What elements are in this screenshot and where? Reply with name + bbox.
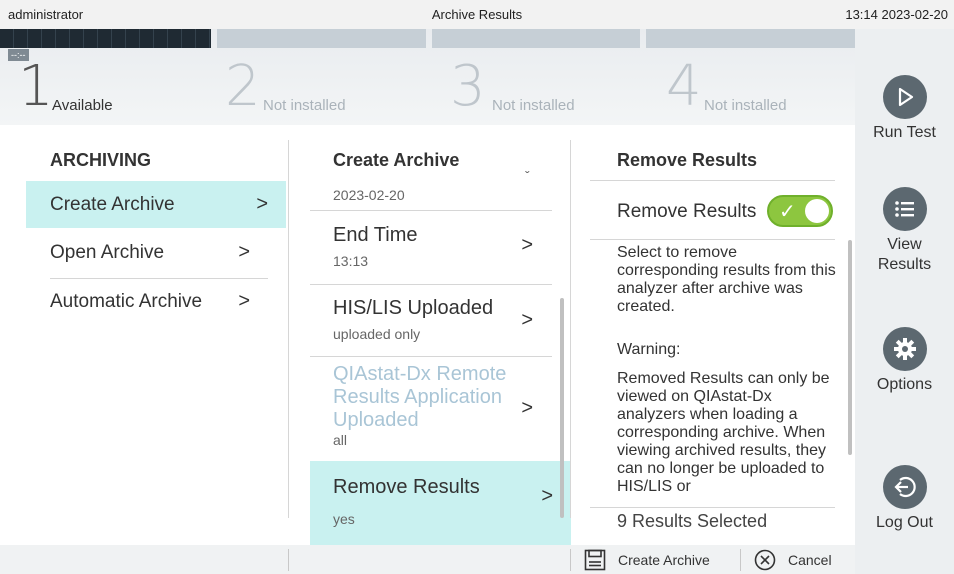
module-number: 3 — [450, 54, 486, 119]
option-value: 13:13 — [333, 253, 369, 269]
option-remove-results[interactable]: Remove Results yes > — [310, 461, 571, 545]
module-bar: --:-- 1 Available 2 Not installed 3 Not … — [0, 29, 855, 125]
module-number: 1 — [18, 54, 54, 119]
chevron-up-icon: ˇ — [525, 168, 530, 184]
option-title: End Time — [333, 224, 418, 246]
module-status: Not installed — [263, 97, 346, 114]
bottom-action-bar: Create Archive Cancel — [0, 545, 855, 574]
module-progress-stripe — [646, 29, 855, 48]
view-results-label-line2: Results — [877, 256, 932, 273]
remove-results-header: Remove Results — [617, 150, 758, 170]
module-tab-2[interactable]: 2 Not installed — [217, 29, 426, 125]
module-tab-3[interactable]: 3 Not installed — [432, 29, 640, 125]
divider — [310, 210, 552, 211]
chevron-right-icon: > — [238, 241, 250, 263]
module-progress-stripe — [432, 29, 640, 48]
run-test-label: Run Test — [873, 124, 936, 141]
menu-item-create-archive[interactable]: Create Archive > — [26, 181, 286, 228]
menu-item-label: Create Archive — [50, 194, 175, 215]
module-progress-stripe — [217, 29, 426, 48]
module-status: Not installed — [704, 97, 787, 114]
chevron-right-icon: > — [521, 309, 533, 331]
create-archive-header: Create Archive — [333, 150, 460, 170]
module-number: 4 — [666, 54, 702, 119]
column-divider — [288, 140, 289, 518]
check-icon: ✓ — [779, 201, 796, 223]
options-label: Options — [876, 376, 933, 393]
cancel-icon — [754, 549, 776, 570]
module-tab-4[interactable]: 4 Not installed — [646, 29, 855, 125]
save-icon — [584, 549, 606, 570]
divider — [310, 284, 552, 285]
option-value: all — [333, 432, 348, 448]
run-test-button[interactable]: Run Test — [855, 75, 954, 143]
divider — [310, 356, 552, 357]
divider — [288, 549, 289, 571]
main-navigation: Run Test View Results Options Log Out — [855, 29, 954, 574]
option-end-time[interactable]: End Time 13:13 > — [309, 224, 551, 284]
remove-results-toggle-label: Remove Results — [617, 201, 757, 222]
cancel-button[interactable]: Cancel — [754, 545, 832, 574]
option-title: Remove Results — [333, 476, 480, 498]
divider — [590, 239, 835, 240]
scrollbar[interactable] — [560, 298, 564, 518]
menu-item-label: Open Archive — [50, 242, 165, 263]
divider — [590, 180, 835, 181]
view-results-button[interactable]: View Results — [855, 187, 954, 275]
divider — [590, 507, 835, 508]
option-his-lis-uploaded[interactable]: HIS/LIS Uploaded uploaded only > — [309, 297, 551, 357]
module-status: Not installed — [492, 97, 575, 114]
log-out-label: Log Out — [876, 514, 933, 531]
cancel-label: Cancel — [788, 551, 832, 568]
date-time: 13:14 2023-02-20 — [845, 7, 948, 22]
chevron-right-icon: > — [238, 290, 250, 312]
toggle-knob — [805, 199, 829, 223]
remove-results-description-area: Select to remove corresponding results f… — [590, 244, 845, 507]
module-status: Available — [52, 97, 113, 114]
module-progress-stripe — [0, 29, 211, 48]
scrollbar[interactable] — [848, 240, 852, 455]
remove-results-toggle[interactable]: ✓ — [767, 195, 833, 227]
results-selected-count: 9 Results Selected — [617, 511, 768, 531]
view-results-label: View Results — [855, 235, 954, 275]
screen-title: Archive Results — [431, 7, 523, 22]
logout-icon — [882, 465, 927, 509]
divider — [740, 549, 741, 571]
top-status-bar: administrator Archive Results 13:14 2023… — [0, 0, 954, 29]
column-divider — [570, 140, 571, 518]
option-title: HIS/LIS Uploaded — [333, 297, 494, 319]
module-tab-1[interactable]: --:-- 1 Available — [0, 29, 211, 125]
start-date-value: 2023-02-20 — [333, 187, 405, 203]
chevron-right-icon: > — [256, 193, 268, 215]
gear-icon — [882, 327, 927, 371]
option-title: QIAstat-Dx Remote Results Application Up… — [333, 363, 507, 431]
create-archive-label: Create Archive — [618, 551, 710, 568]
archiving-header: ARCHIVING — [50, 150, 152, 170]
menu-item-label: Automatic Archive — [50, 291, 203, 312]
option-value: yes — [333, 511, 355, 527]
option-value: uploaded only — [333, 326, 421, 342]
log-out-button[interactable]: Log Out — [855, 465, 954, 533]
option-remote-results-uploaded[interactable]: QIAstat-Dx Remote Results Application Up… — [309, 363, 551, 458]
warning-text: Removed Results can only be viewed on QI… — [617, 370, 830, 495]
remove-results-description: Select to remove corresponding results f… — [617, 244, 836, 315]
chevron-right-icon: > — [521, 234, 533, 256]
module-number: 2 — [225, 54, 261, 119]
chevron-right-icon: > — [521, 397, 533, 419]
divider — [570, 549, 571, 571]
options-button[interactable]: Options — [855, 327, 954, 395]
chevron-right-icon: > — [541, 485, 553, 507]
play-icon — [882, 75, 927, 119]
menu-item-automatic-archive[interactable]: Automatic Archive > — [26, 278, 268, 325]
menu-item-open-archive[interactable]: Open Archive > — [26, 229, 268, 276]
view-results-label-line1: View — [887, 236, 922, 253]
list-icon — [882, 187, 927, 231]
create-archive-button[interactable]: Create Archive — [584, 545, 710, 574]
warning-label: Warning: — [617, 341, 681, 358]
